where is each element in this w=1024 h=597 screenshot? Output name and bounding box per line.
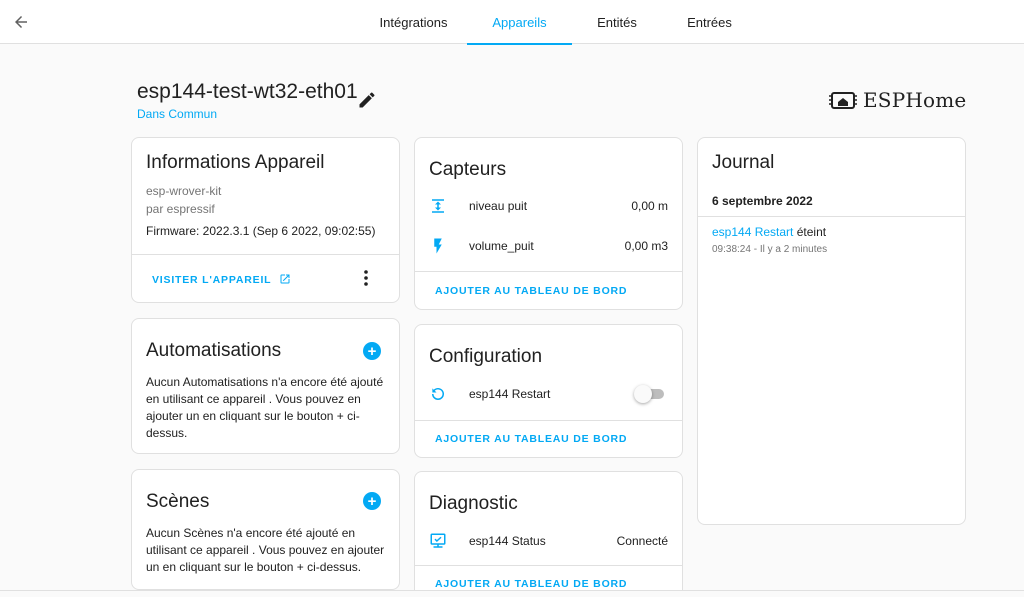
back-button[interactable] (6, 7, 36, 37)
scenes-card: Scènes + Aucun Scènes n'a encore été ajo… (131, 469, 400, 590)
device-name: esp144-test-wt32-eth01 (137, 80, 358, 103)
plus-icon: + (367, 492, 377, 510)
entity-name: volume_puit (469, 239, 534, 253)
device-info-card: Informations Appareil esp-wrover-kit par… (131, 137, 400, 303)
logbook-date: 6 septembre 2022 (712, 194, 813, 208)
tab-helpers[interactable]: Entrées (662, 0, 757, 44)
card-title: Journal (712, 152, 775, 173)
esphome-house-icon (829, 92, 857, 109)
automations-card: Automatisations + Aucun Automatisations … (131, 318, 400, 454)
entity-name: esp144 Restart (469, 387, 551, 401)
divider (698, 216, 965, 217)
entity-row[interactable]: niveau puit 0,00 m (415, 196, 682, 216)
tab-entities[interactable]: Entités (572, 0, 662, 44)
top-bar: Intégrations Appareils Entités Entrées (0, 0, 1024, 45)
divider (415, 565, 682, 566)
card-title: Automatisations (146, 340, 282, 361)
visit-device-link[interactable]: VISITER L'APPAREIL (152, 273, 291, 286)
plus-icon: + (367, 342, 377, 360)
scenes-empty-text: Aucun Scènes n'a encore été ajouté en ut… (146, 526, 385, 574)
tab-bar: Intégrations Appareils Entités Entrées (360, 0, 757, 45)
divider (415, 420, 682, 421)
entity-row[interactable]: volume_puit 0,00 m3 (415, 236, 682, 256)
add-automation-button[interactable]: + (363, 342, 381, 360)
device-model: esp-wrover-kit (146, 184, 222, 198)
tab-devices[interactable]: Appareils (467, 0, 572, 45)
configuration-card: Configuration esp144 Restart AJOUTER AU … (414, 324, 683, 458)
flash-icon (434, 238, 442, 254)
restart-toggle[interactable] (634, 385, 664, 403)
toggle-knob (634, 385, 652, 403)
divider (132, 254, 399, 255)
add-to-dashboard-link[interactable]: AJOUTER AU TABLEAU DE BORD (435, 433, 627, 445)
add-scene-button[interactable]: + (363, 492, 381, 510)
diagnostic-card: Diagnostic esp144 Status Connecté AJOUTE… (414, 471, 683, 597)
card-title: Scènes (146, 491, 210, 512)
entity-row[interactable]: esp144 Status Connecté (415, 531, 682, 551)
divider (415, 271, 682, 272)
card-title: Informations Appareil (146, 152, 325, 173)
entity-row[interactable]: esp144 Restart (415, 384, 682, 404)
entity-name: niveau puit (469, 199, 528, 213)
sensors-card: Capteurs niveau puit 0,00 m volume_puit … (414, 137, 683, 310)
card-title: Configuration (429, 346, 543, 367)
entity-value: Connecté (616, 534, 668, 548)
device-manufacturer: par espressif (146, 202, 215, 216)
add-to-dashboard-link[interactable]: AJOUTER AU TABLEAU DE BORD (435, 578, 627, 590)
bottom-edge (0, 590, 1024, 597)
logbook-timestamp: 09:38:24 - Il y a 2 minutes (712, 244, 828, 255)
entity-value: 0,00 m3 (624, 239, 668, 253)
firmware-version: Firmware: 2022.3.1 (Sep 6 2022, 09:02:55… (146, 224, 376, 238)
pencil-icon (359, 92, 375, 108)
brand-name: ESPHome (863, 88, 967, 112)
add-to-dashboard-link[interactable]: AJOUTER AU TABLEAU DE BORD (435, 285, 627, 297)
monitor-check-icon (430, 533, 446, 548)
logbook-entry: esp144 Restart éteint (712, 225, 826, 239)
edit-device-button[interactable] (357, 90, 377, 110)
arrow-left-icon (15, 16, 27, 28)
tab-integrations[interactable]: Intégrations (360, 0, 467, 44)
area-link[interactable]: Dans Commun (137, 107, 217, 121)
entity-value: 0,00 m (631, 199, 668, 213)
automations-empty-text: Aucun Automatisations n'a encore été ajo… (146, 375, 384, 440)
logbook-entity-link[interactable]: esp144 Restart (712, 225, 793, 239)
more-options-button[interactable] (358, 268, 374, 288)
entity-name: esp144 Status (469, 534, 546, 548)
restart-icon (432, 388, 444, 400)
logbook-message: éteint (796, 225, 827, 239)
card-title: Capteurs (429, 159, 507, 180)
card-title: Diagnostic (429, 493, 518, 514)
open-in-new-icon (280, 274, 290, 284)
esphome-logo: ESPHome (829, 88, 966, 112)
arrow-expand-vertical-icon (432, 199, 444, 213)
dots-vertical-icon (364, 270, 368, 286)
logbook-card: Journal 6 septembre 2022 esp144 Restart … (697, 137, 966, 525)
